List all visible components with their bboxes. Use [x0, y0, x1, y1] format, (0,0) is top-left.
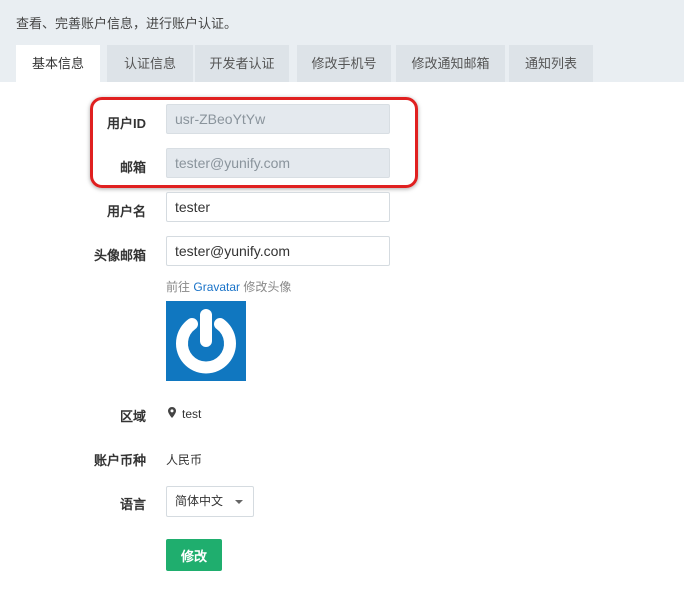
zone-label: 区域: [119, 409, 146, 424]
page-subtitle: 查看、完善账户信息，进行账户认证。: [16, 16, 238, 31]
page-header: 查看、完善账户信息，进行账户认证。 基本信息 认证信息 开发者认证 修改手机号 …: [0, 0, 684, 82]
gravatar-suffix: 修改头像: [243, 280, 292, 294]
tab-change-notify-email[interactable]: 修改通知邮箱: [396, 45, 505, 82]
zone-value: test: [182, 407, 202, 421]
tab-notify-list[interactable]: 通知列表: [509, 45, 593, 82]
language-select-value: 简体中文: [175, 494, 224, 508]
location-pin-icon: [168, 407, 176, 418]
gravatar-prefix: 前往: [166, 280, 191, 294]
gravatar-link[interactable]: Gravatar: [193, 280, 240, 294]
gravatar-hint: 前往 Gravatar 修改头像: [166, 278, 291, 295]
tab-verification-info[interactable]: 认证信息: [107, 45, 193, 82]
submit-button[interactable]: 修改: [166, 539, 222, 571]
username-label: 用户名: [106, 204, 146, 219]
language-label: 语言: [119, 497, 146, 512]
avatar-email-label: 头像邮箱: [93, 248, 146, 263]
tab-change-phone[interactable]: 修改手机号: [297, 45, 391, 82]
username-input[interactable]: [166, 192, 390, 222]
tab-basic-info[interactable]: 基本信息: [16, 45, 100, 82]
avatar: [166, 301, 246, 381]
avatar-email-input[interactable]: [166, 236, 390, 266]
tab-developer-verification[interactable]: 开发者认证: [195, 45, 289, 82]
language-select[interactable]: 简体中文: [166, 486, 254, 517]
caret-down-icon: [235, 500, 243, 504]
currency-label: 账户币种: [93, 453, 146, 468]
currency-value: 人民币: [166, 453, 203, 467]
gravatar-logo-icon: [176, 309, 236, 374]
highlight-annotation: [90, 97, 418, 188]
